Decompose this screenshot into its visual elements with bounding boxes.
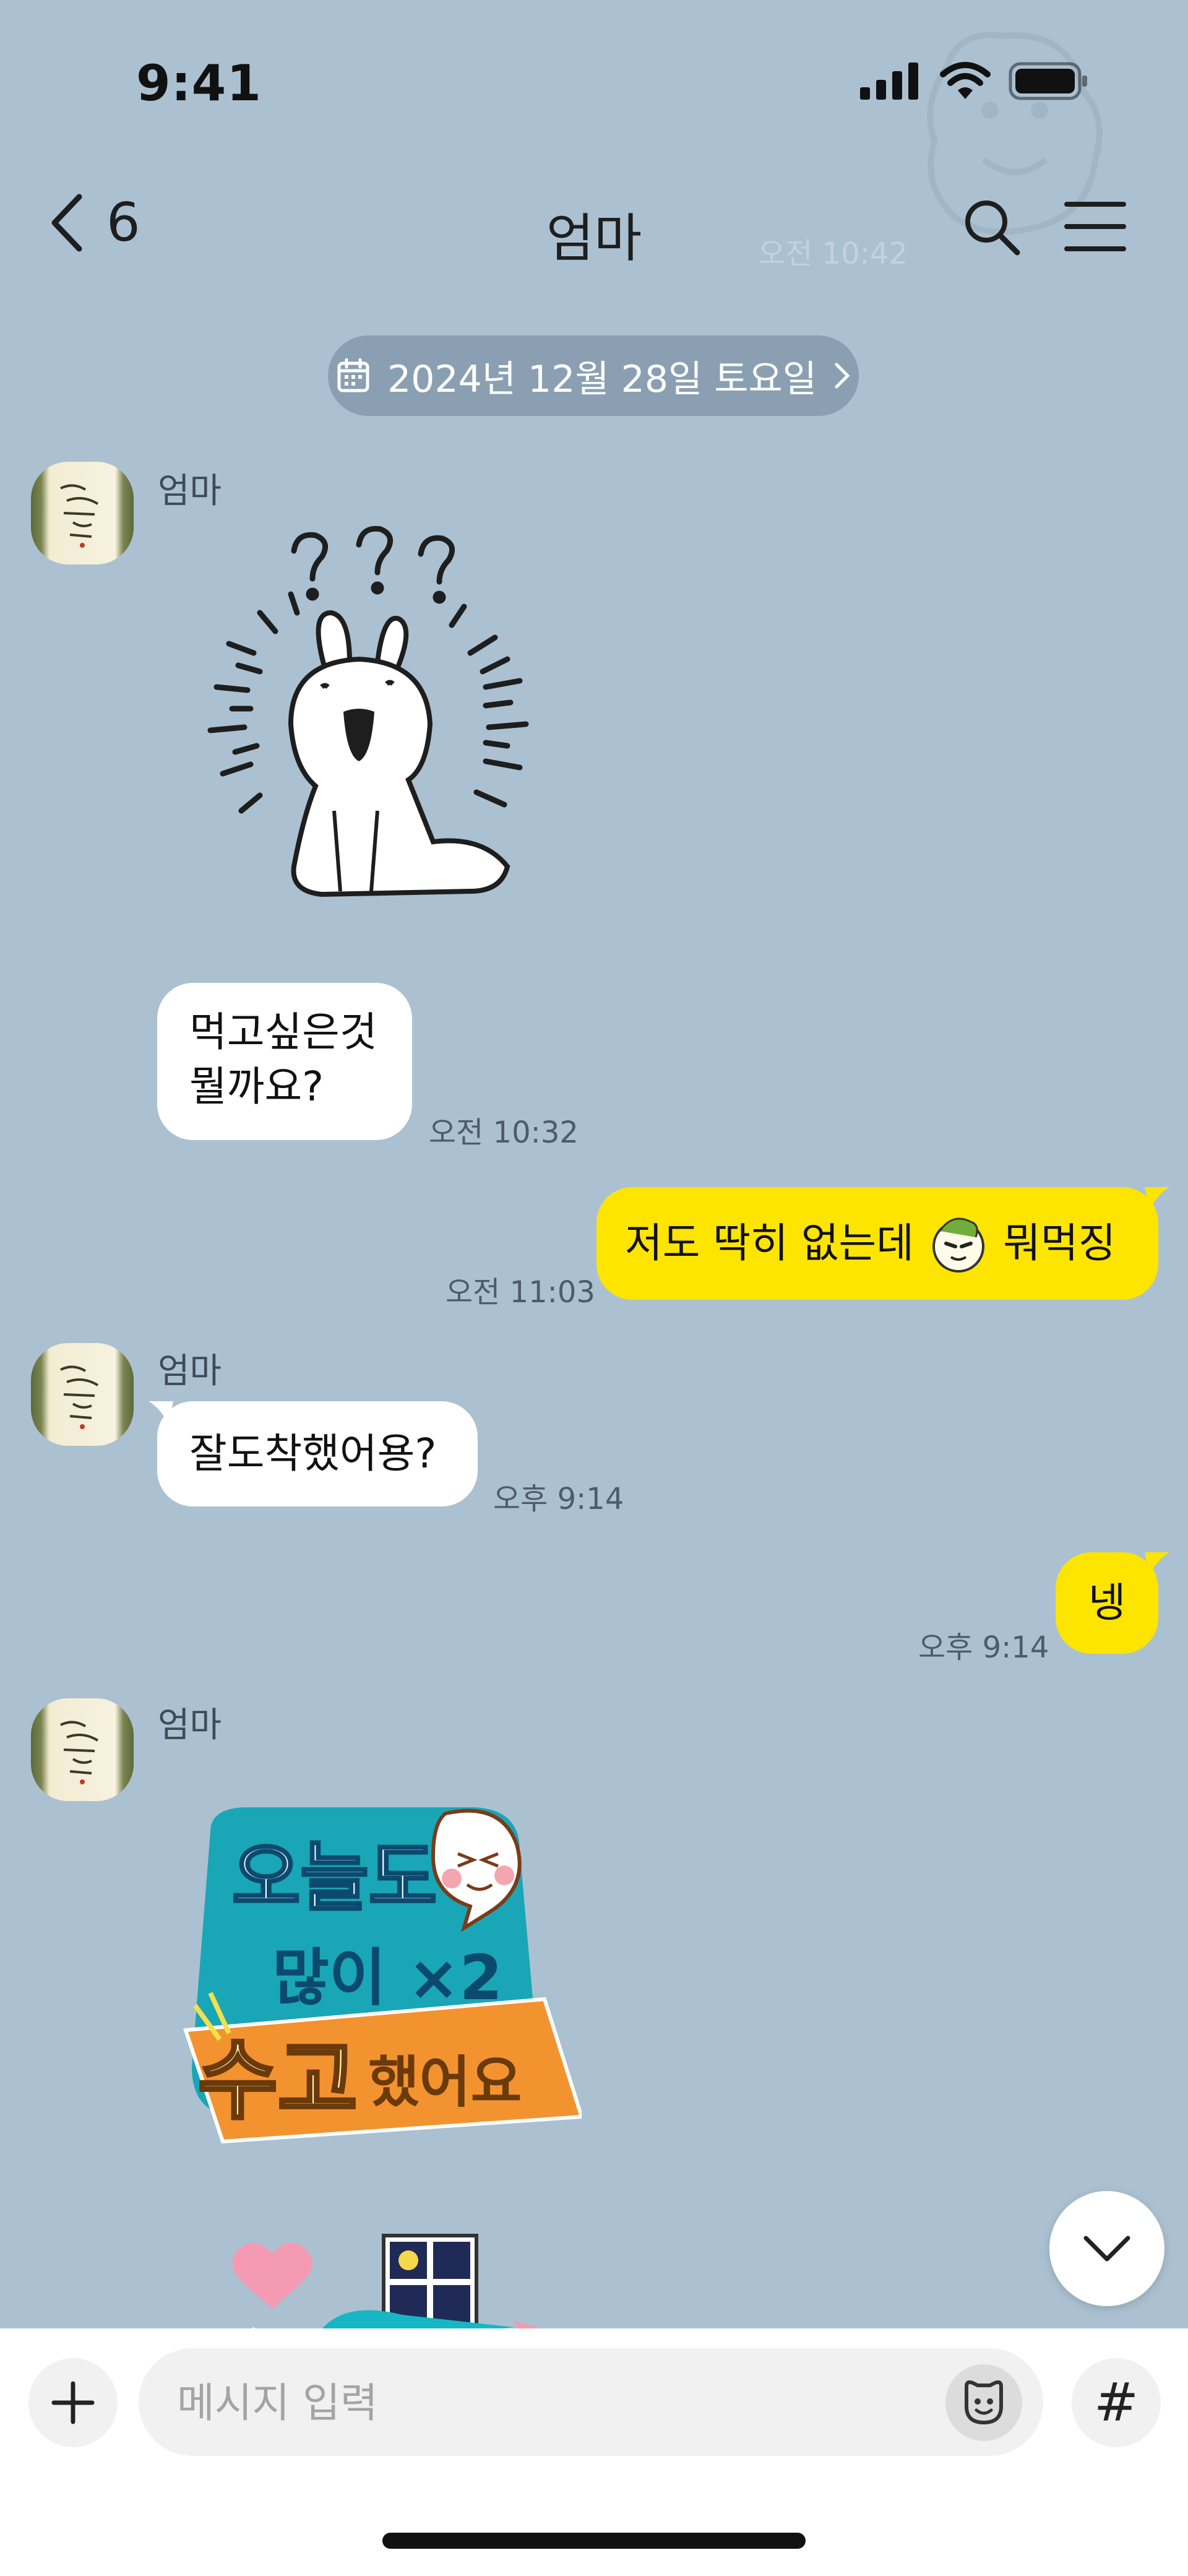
message-input[interactable] <box>176 2348 921 2457</box>
message-text: 넹 <box>1088 1579 1126 1627</box>
avatar-calligraphy <box>60 1721 99 1784</box>
message-bubble-in[interactable]: 먹고싶은것 뭘까요? <box>157 983 412 1140</box>
chevron-down-icon <box>1083 2236 1130 2262</box>
hash-button[interactable]: # <box>1072 2358 1161 2447</box>
signal-icon <box>860 63 918 100</box>
menu-icon[interactable] <box>1064 201 1126 253</box>
home-indicator[interactable] <box>382 2533 806 2549</box>
sticker-line2: 많이 ×2 <box>272 1942 502 2014</box>
message-time: 오전 10:32 <box>429 1115 579 1150</box>
chevron-right-icon <box>835 363 850 389</box>
bubble-tail <box>1145 1552 1169 1575</box>
next-sticker-partial[interactable] <box>167 2228 588 2328</box>
date-separator[interactable]: 2024년 12월 28일 토요일 <box>328 335 859 416</box>
attach-button[interactable] <box>28 2358 118 2447</box>
message-time: 오후 9:14 <box>493 1482 624 1516</box>
sender-name: 엄마 <box>158 471 222 511</box>
status-time: 9:41 <box>136 54 262 112</box>
calendar-icon <box>337 358 369 392</box>
emoji-icon <box>965 2380 1003 2425</box>
message-bubble-in[interactable]: 잘도착했어용? <box>157 1401 478 1506</box>
message-time: 오전 11:03 <box>446 1275 595 1310</box>
avatar[interactable] <box>31 1698 134 1801</box>
emoji-button[interactable] <box>945 2364 1022 2441</box>
scroll-to-bottom-button[interactable] <box>1049 2191 1164 2306</box>
sticker-line1: 오늘도 <box>232 1835 437 1921</box>
avatar[interactable] <box>31 1343 134 1446</box>
sticker-line3a: 수고 <box>198 2031 358 2132</box>
search-icon[interactable] <box>962 197 1021 256</box>
date-label: 2024년 12월 28일 토요일 <box>387 357 817 401</box>
avatar[interactable] <box>31 462 134 564</box>
hash-icon: # <box>1093 2372 1139 2434</box>
message-text: 저도 딱히 없는데 <box>625 1219 914 1267</box>
message-text-line: 뭘까요? <box>189 1063 324 1110</box>
message-time: 오후 9:14 <box>918 1630 1049 1665</box>
emoticon-icon <box>932 1217 984 1273</box>
message-field[interactable] <box>139 2348 1043 2457</box>
rabbit-sticker[interactable] <box>173 520 594 941</box>
sticker-line3b: 했어요 <box>368 2050 522 2115</box>
thanks-sticker[interactable]: 오늘도 많이 ×2 수고 했어요 <box>173 1795 585 2191</box>
avatar-calligraphy <box>60 484 99 548</box>
avatar-calligraphy <box>60 1365 99 1429</box>
sender-name: 엄마 <box>158 1705 222 1745</box>
bubble-tail <box>1145 1187 1169 1209</box>
sender-name: 엄마 <box>158 1351 222 1391</box>
message-bubble-out[interactable]: 저도 딱히 없는데 뭐먹징 <box>596 1187 1158 1300</box>
message-text: 뭐먹징 <box>1003 1219 1116 1267</box>
ghost-time: 오전 10:42 <box>758 236 908 271</box>
battery-icon <box>1009 62 1087 100</box>
message-text: 잘도착했어용? <box>189 1430 437 1477</box>
wifi-icon <box>940 62 991 99</box>
message-text-line: 먹고싶은것 <box>189 1008 377 1056</box>
message-bubble-out[interactable]: 넹 <box>1056 1552 1158 1654</box>
status-icons <box>860 62 1089 100</box>
plus-icon <box>51 2381 95 2424</box>
header-actions <box>962 197 1126 256</box>
